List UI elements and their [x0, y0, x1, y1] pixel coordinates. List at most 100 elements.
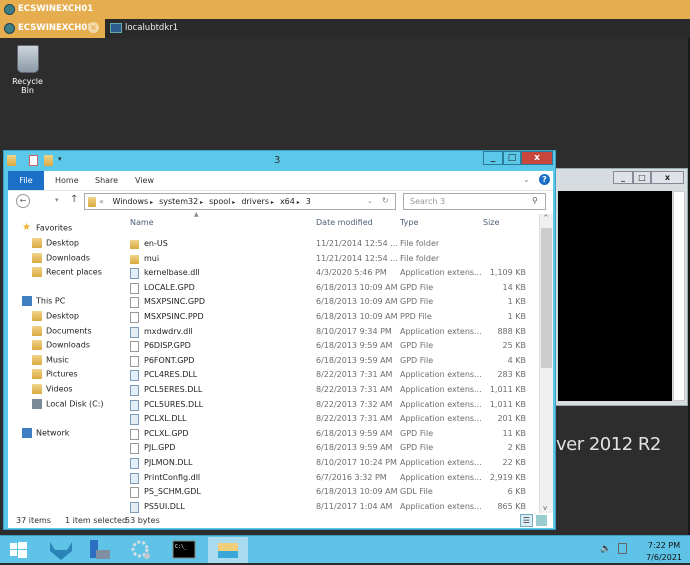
file-row[interactable]: MSXPSINC.GPD 6/18/2013 10:09 AM GPD File 1 …: [130, 296, 534, 310]
maximize-button[interactable]: □: [503, 151, 521, 165]
nav-item[interactable]: Desktop: [32, 238, 79, 248]
nav-label: Pictures: [46, 369, 78, 379]
properties-icon[interactable]: [29, 155, 38, 166]
background-console-window[interactable]: _ □ x: [555, 168, 688, 406]
start-button[interactable]: [2, 537, 42, 563]
column-size[interactable]: Size: [483, 218, 499, 227]
breadcrumb-item[interactable]: system32: [159, 197, 198, 206]
explorer-title-bar[interactable]: ▾ 3 _ □ x: [4, 151, 555, 171]
recent-dropdown-icon[interactable]: ▾: [55, 196, 59, 204]
up-icon[interactable]: ↑: [70, 194, 78, 205]
new-folder-icon[interactable]: [44, 155, 53, 166]
column-date-modified[interactable]: Date modified: [316, 218, 373, 227]
large-icons-view-icon[interactable]: [536, 515, 547, 526]
file-row[interactable]: P6FONT.GPD 6/18/2013 9:59 AM GPD File 4 KB: [130, 355, 534, 369]
breadcrumb-arrow-icon[interactable]: ▸: [198, 199, 203, 206]
column-name[interactable]: Name: [130, 218, 154, 227]
tab-view[interactable]: View: [135, 176, 154, 185]
file-row[interactable]: PCLXL.GPD 6/18/2013 9:59 AM GPD File 11 KB: [130, 428, 534, 442]
file-row[interactable]: mui 11/21/2014 12:54 ... File folder: [130, 253, 534, 267]
qat-dropdown-icon[interactable]: ▾: [58, 155, 62, 163]
taskbar-file-explorer[interactable]: [208, 537, 248, 563]
nav-item[interactable]: Recent places: [32, 267, 102, 278]
file-row[interactable]: PrintConfig.dll 6/7/2016 3:32 PM Applicati…: [130, 472, 534, 486]
file-row[interactable]: PCL5ERES.DLL 8/22/2013 7:31 AM Application…: [130, 384, 534, 398]
breadcrumb-item[interactable]: 3: [306, 197, 311, 206]
close-button[interactable]: x: [651, 171, 684, 184]
file-row[interactable]: P6DISP.GPD 6/18/2013 9:59 AM GPD File 25 KB: [130, 340, 534, 354]
nav-item[interactable]: Videos: [32, 384, 73, 394]
minimize-button[interactable]: _: [483, 151, 503, 165]
nav-this-pc[interactable]: This PC: [22, 296, 65, 306]
taskbar-server-manager[interactable]: [82, 537, 122, 563]
console-scrollbar[interactable]: [673, 191, 685, 401]
dll-file-icon: [130, 326, 139, 338]
volume-muted-icon[interactable]: 🔈: [600, 544, 611, 554]
nav-favorites[interactable]: ★ Favorites: [22, 223, 72, 233]
file-row[interactable]: PCL5URES.DLL 8/22/2013 7:32 AM Application…: [130, 399, 534, 413]
vertical-scrollbar[interactable]: ^ v: [539, 214, 553, 513]
minimize-button[interactable]: _: [613, 171, 633, 184]
file-row[interactable]: PJL.GPD 6/18/2013 9:59 AM GPD File 2 KB: [130, 442, 534, 456]
breadcrumb-arrow-icon[interactable]: ▸: [295, 199, 300, 206]
close-tab-icon[interactable]: ×: [88, 22, 99, 33]
nav-item[interactable]: Local Disk (C:): [32, 398, 104, 409]
nav-item[interactable]: Pictures: [32, 369, 78, 380]
file-row[interactable]: PS_SCHM.GDL 6/18/2013 10:09 AM GDL File 6 K…: [130, 486, 534, 500]
scrollbar-thumb[interactable]: [541, 228, 552, 368]
breadcrumb-arrow-icon[interactable]: ▸: [269, 199, 274, 206]
file-row[interactable]: mxdwdrv.dll 8/10/2017 9:34 PM Application …: [130, 326, 534, 340]
nav-item[interactable]: Desktop: [32, 311, 79, 321]
details-view-icon[interactable]: ☰: [520, 514, 533, 527]
column-type[interactable]: Type: [400, 218, 418, 227]
dll-file-icon: [130, 414, 139, 426]
breadcrumb-item[interactable]: spool: [209, 197, 230, 206]
file-row[interactable]: LOCALE.GPD 6/18/2013 10:09 AM GPD File 14 K…: [130, 282, 534, 296]
tab-share[interactable]: Share: [95, 176, 118, 185]
file-row[interactable]: en-US 11/21/2014 12:54 ... File folder: [130, 238, 534, 252]
nav-item[interactable]: Downloads: [32, 340, 90, 351]
search-input[interactable]: Search 3: [410, 197, 445, 206]
scroll-up-icon[interactable]: ^: [543, 214, 549, 222]
breadcrumb-overflow[interactable]: «: [99, 197, 104, 206]
file-row[interactable]: MSXPSINC.PPD 6/18/2013 10:09 AM PPD File 1 …: [130, 311, 534, 325]
recycle-bin[interactable]: Recycle Bin: [5, 45, 50, 95]
breadcrumb-item[interactable]: Windows: [112, 197, 148, 206]
nav-item[interactable]: Downloads: [32, 252, 90, 263]
console-output[interactable]: [558, 191, 672, 401]
address-dropdown-icon[interactable]: ⌄: [367, 197, 373, 205]
file-row[interactable]: kernelbase.dll 4/3/2020 5:46 PM Applicatio…: [130, 267, 534, 281]
file-tab[interactable]: File: [8, 171, 44, 190]
nav-item[interactable]: Documents: [32, 325, 92, 336]
cell-size: 4 KB: [507, 355, 526, 365]
expand-ribbon-icon[interactable]: ⌄: [523, 175, 530, 184]
file-row[interactable]: PCLXL.DLL 8/22/2013 7:31 AM Application ex…: [130, 413, 534, 427]
maximize-button[interactable]: □: [633, 171, 651, 184]
refresh-icon[interactable]: ↻: [382, 196, 389, 205]
search-box[interactable]: Search 3 ⚲: [403, 193, 546, 210]
scroll-down-icon[interactable]: v: [543, 504, 547, 512]
file-row[interactable]: PCL4RES.DLL 8/22/2013 7:31 AM Application …: [130, 369, 534, 383]
nav-item[interactable]: Music: [32, 354, 69, 365]
file-row[interactable]: PJLMON.DLL 8/10/2017 10:24 PM Application …: [130, 457, 534, 471]
tab-home[interactable]: Home: [55, 176, 79, 185]
taskbar-command-prompt[interactable]: C:\_: [164, 537, 204, 563]
breadcrumb-arrow-icon[interactable]: ▸: [230, 199, 235, 206]
network-icon[interactable]: [618, 543, 627, 554]
breadcrumb-item[interactable]: x64: [280, 197, 295, 206]
rdp-tab-ecswinexch01[interactable]: ECSWINEXCH01 ×: [0, 19, 105, 38]
taskbar-gitlab[interactable]: [42, 537, 82, 563]
search-icon[interactable]: ⚲: [532, 196, 538, 205]
cell-size: 888 KB: [497, 326, 526, 336]
help-icon[interactable]: ?: [539, 174, 550, 185]
nav-network[interactable]: Network: [22, 428, 69, 438]
selection-size: 53 bytes: [125, 516, 160, 525]
clock[interactable]: 7:22 PM 7/6/2021: [646, 540, 682, 564]
breadcrumb-arrow-icon[interactable]: ▸: [148, 199, 153, 206]
taskbar-settings[interactable]: [122, 537, 162, 563]
close-button[interactable]: x: [521, 151, 553, 165]
gears-icon: [131, 540, 150, 559]
address-bar[interactable]: « Windows ▸ system32 ▸ spool ▸ drivers ▸ x64…: [84, 193, 396, 210]
breadcrumb-item[interactable]: drivers: [241, 197, 269, 206]
back-icon[interactable]: ←: [16, 194, 30, 208]
